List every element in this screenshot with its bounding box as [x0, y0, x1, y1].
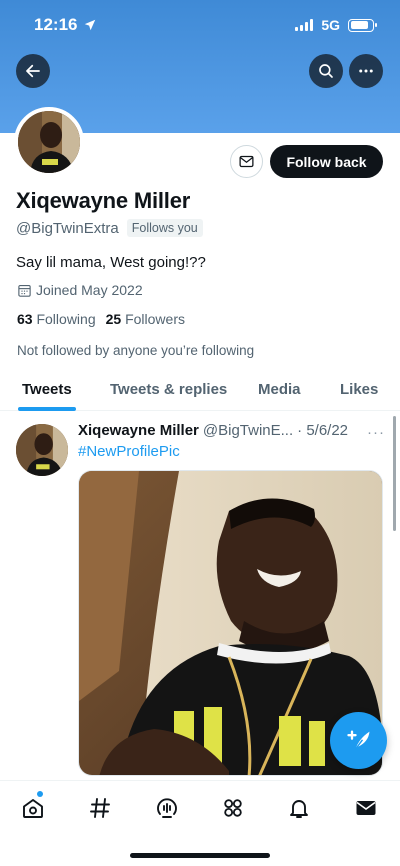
- profile-tabs: Tweets Tweets & replies Media Likes: [0, 367, 400, 411]
- following-label: Following: [36, 311, 96, 327]
- nav-communities[interactable]: [218, 793, 248, 823]
- follow-back-button[interactable]: Follow back: [270, 145, 383, 178]
- nav-explore[interactable]: [85, 793, 115, 823]
- profile-handle: @BigTwinExtra: [16, 219, 119, 237]
- battery-icon: [348, 18, 377, 32]
- profile-avatar[interactable]: [14, 107, 84, 177]
- tweet-header: Xiqewayne Miller @BigTwinE... · 5/6/22: [78, 422, 388, 439]
- following-stat[interactable]: 63 Following: [17, 311, 96, 327]
- tab-media[interactable]: Media: [258, 381, 301, 398]
- nav-notifications[interactable]: [284, 793, 314, 823]
- mail-icon: [356, 801, 376, 815]
- status-bar: 12:16 5G: [0, 0, 400, 52]
- battery-level: [350, 21, 369, 29]
- status-indicators: 5G: [295, 17, 377, 33]
- calendar-icon: [18, 284, 31, 297]
- not-followed-notice: Not followed by anyone you’re following: [17, 343, 255, 358]
- home-notification-dot: [37, 791, 43, 797]
- avatar-photo: [18, 111, 80, 173]
- home-icon: [23, 799, 43, 818]
- tab-likes[interactable]: Likes: [340, 381, 378, 398]
- message-button[interactable]: [230, 145, 263, 178]
- home-indicator-bar[interactable]: [130, 853, 270, 858]
- joined-date: Joined May 2022: [17, 282, 143, 298]
- status-time: 12:16: [34, 15, 97, 35]
- clock-text: 12:16: [34, 15, 78, 34]
- tweet-date[interactable]: · 5/6/22: [297, 422, 348, 439]
- network-type: 5G: [321, 17, 340, 33]
- spaces-icon: [157, 798, 177, 818]
- search-icon: [319, 64, 333, 78]
- scrollbar[interactable]: [393, 416, 396, 531]
- active-tab-indicator: [18, 407, 76, 411]
- tab-tweets[interactable]: Tweets: [22, 381, 72, 398]
- following-count: 63: [17, 311, 33, 327]
- nav-home[interactable]: [18, 793, 48, 823]
- followers-label: Followers: [125, 311, 185, 327]
- hashtag-icon: [90, 798, 110, 818]
- tweet-more-button[interactable]: ···: [367, 424, 385, 441]
- bottom-navigation: [0, 780, 400, 866]
- followers-stat[interactable]: 25 Followers: [106, 311, 185, 327]
- more-icon: [359, 69, 373, 73]
- avatar-photo: [16, 424, 68, 476]
- follow-stats: 63 Following 25 Followers: [17, 311, 185, 327]
- compose-tweet-button[interactable]: [330, 712, 387, 769]
- tab-tweets-replies[interactable]: Tweets & replies: [110, 381, 227, 398]
- search-button[interactable]: [309, 54, 343, 88]
- tweet-author-name[interactable]: Xiqewayne Miller: [78, 422, 199, 439]
- location-arrow-icon: [85, 19, 96, 31]
- tweet-hashtag[interactable]: #NewProfilePic: [78, 443, 180, 460]
- communities-icon: [224, 799, 242, 817]
- followers-count: 25: [105, 311, 122, 327]
- joined-text: Joined May 2022: [36, 282, 143, 298]
- arrow-left-icon: [26, 64, 40, 78]
- follows-you-badge: Follows you: [126, 219, 203, 237]
- envelope-icon: [239, 155, 254, 168]
- profile-name: Xiqewayne Miller: [16, 188, 191, 213]
- nav-messages[interactable]: [351, 793, 381, 823]
- nav-spaces[interactable]: [152, 793, 182, 823]
- bell-icon: [290, 800, 308, 818]
- back-button[interactable]: [16, 54, 50, 88]
- more-options-button[interactable]: [349, 54, 383, 88]
- profile-bio: Say lil mama, West going!??: [16, 254, 206, 271]
- tweet-avatar[interactable]: [16, 424, 68, 476]
- signal-icon: [295, 19, 314, 31]
- handle-row: @BigTwinExtra Follows you: [16, 219, 203, 237]
- feather-plus-icon: [346, 730, 369, 750]
- tweet-author-handle[interactable]: @BigTwinE...: [203, 422, 293, 439]
